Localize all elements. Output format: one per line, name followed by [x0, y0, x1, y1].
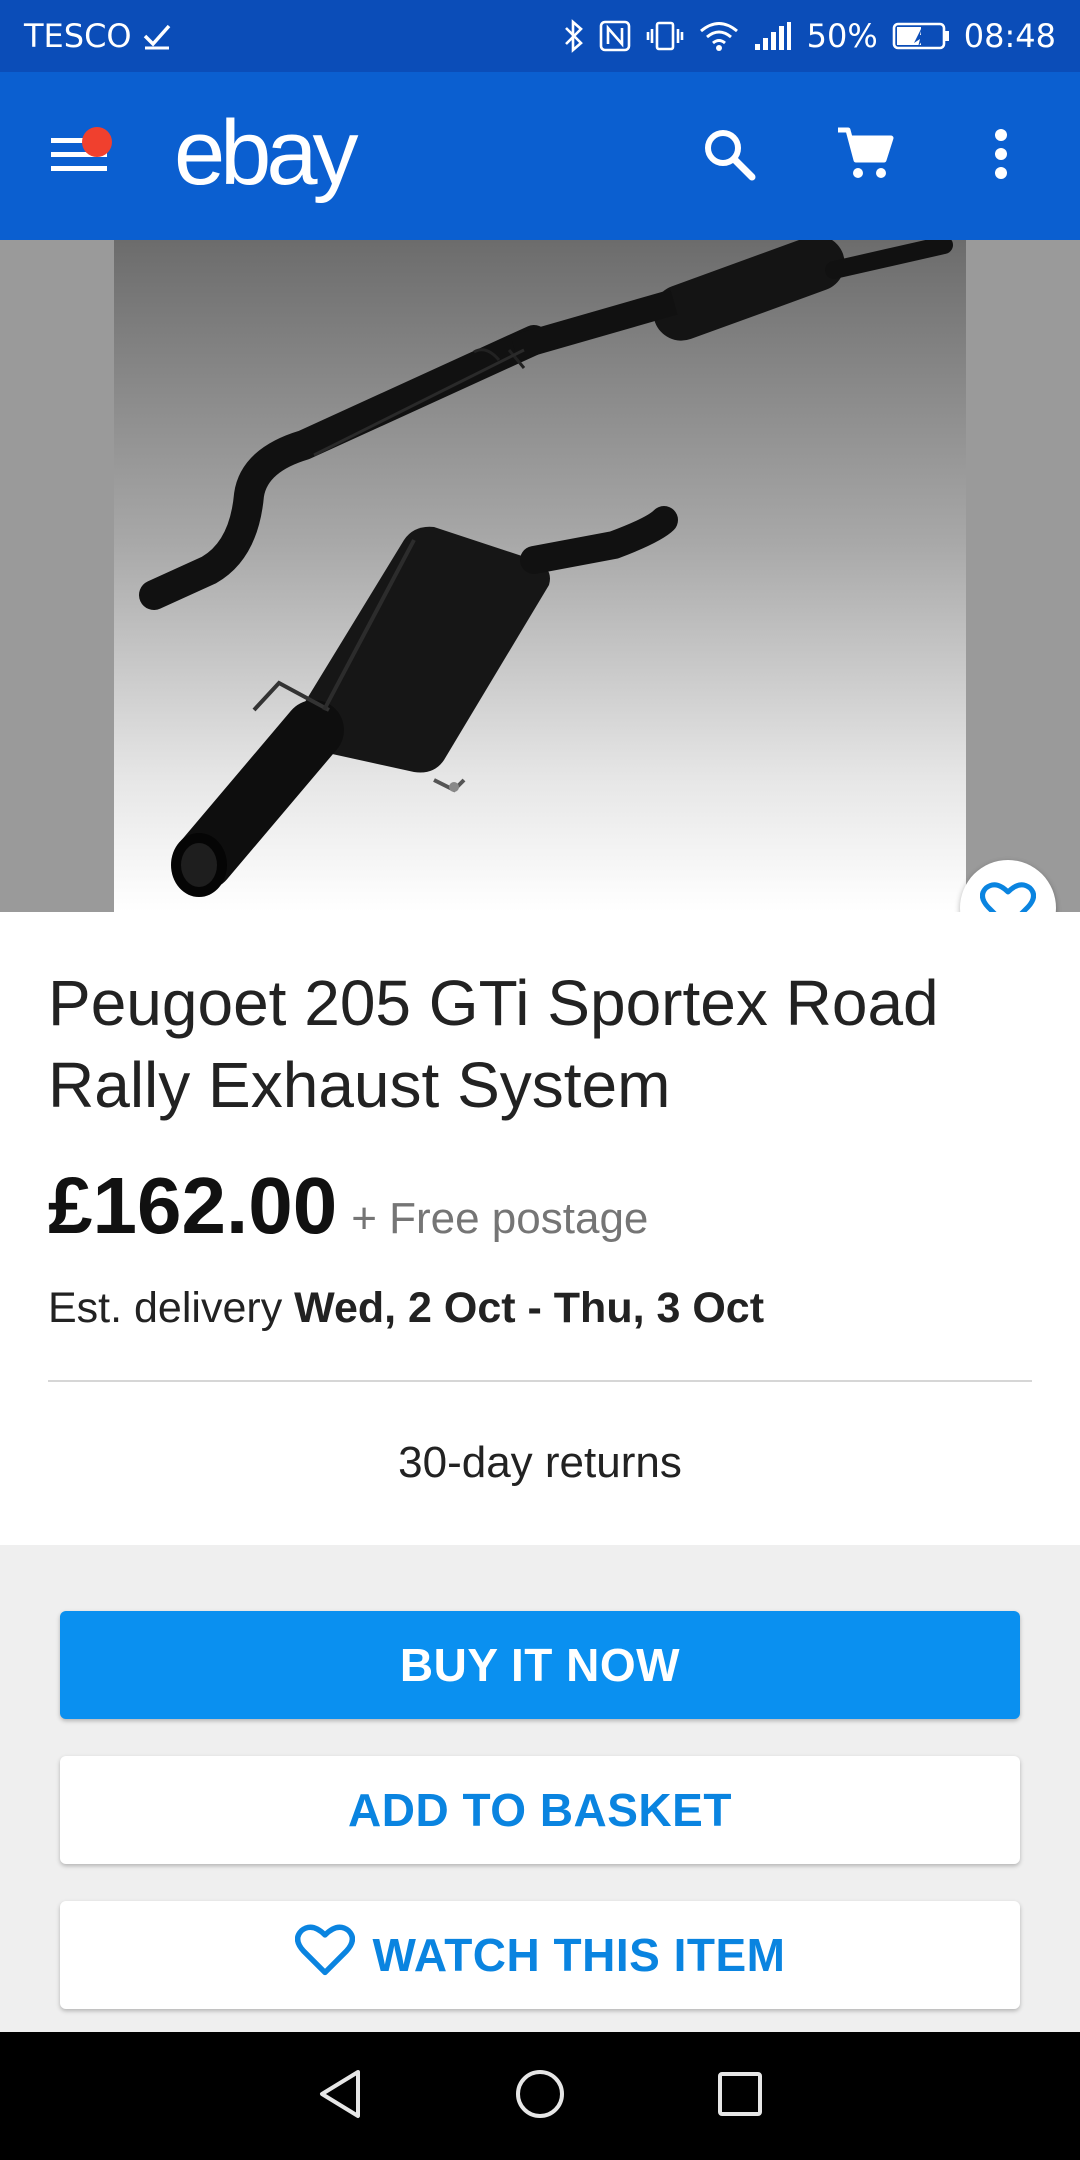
product-info-panel: Peugoet 205 GTi Sportex Road Rally Exhau… — [0, 912, 1080, 1545]
nfc-icon — [599, 20, 631, 52]
divider — [48, 1380, 1032, 1382]
cart-icon — [836, 126, 894, 187]
buy-it-now-label: BUY IT NOW — [399, 1639, 681, 1691]
product-image-gallery[interactable] — [0, 240, 1080, 912]
product-title: Peugoet 205 GTi Sportex Road Rally Exhau… — [48, 967, 939, 1121]
delivery-estimate: Est. delivery Wed, 2 Oct - Thu, 3 Oct — [48, 1284, 764, 1333]
app-actions — [694, 121, 1036, 191]
check-icon — [142, 21, 172, 51]
home-button[interactable] — [500, 2056, 580, 2136]
back-button[interactable] — [300, 2056, 380, 2136]
product-image[interactable] — [114, 240, 966, 912]
price-row: £162.00 + Free postage — [48, 1160, 648, 1252]
home-icon — [514, 2068, 566, 2125]
system-nav-bar — [0, 2032, 1080, 2160]
watch-item-button[interactable]: WATCH THIS ITEM — [60, 1901, 1020, 2009]
search-icon — [701, 126, 757, 187]
recents-button[interactable] — [700, 2056, 780, 2136]
ebay-logo[interactable]: ebay — [174, 101, 358, 206]
recents-icon — [716, 2070, 764, 2123]
buy-it-now-button[interactable]: BUY IT NOW — [60, 1611, 1020, 1719]
signal-icon — [753, 20, 793, 52]
status-left: TESCO — [24, 17, 172, 55]
status-right: 50% 08:48 — [563, 17, 1056, 55]
vibrate-icon — [645, 20, 685, 52]
cart-button[interactable] — [830, 121, 900, 191]
notification-dot — [82, 127, 112, 157]
battery-icon — [892, 21, 950, 51]
add-to-basket-label: ADD TO BASKET — [348, 1784, 732, 1836]
heart-icon — [294, 1922, 355, 1989]
status-bar: TESCO 50% 08:48 — [0, 0, 1080, 72]
menu-button[interactable] — [44, 121, 114, 191]
price: £162.00 — [48, 1161, 338, 1250]
wifi-icon — [699, 20, 739, 52]
postage-label: + Free postage — [351, 1194, 649, 1243]
back-icon — [316, 2068, 364, 2125]
more-vert-icon — [993, 128, 1009, 185]
returns-policy[interactable]: 30-day returns — [0, 1438, 1080, 1488]
carrier-label: TESCO — [24, 17, 132, 55]
app-bar: ebay — [0, 72, 1080, 240]
watch-item-label: WATCH THIS ITEM — [372, 1929, 786, 1981]
delivery-dates: Wed, 2 Oct - Thu, 3 Oct — [294, 1284, 765, 1332]
battery-percent: 50% — [806, 17, 878, 55]
bluetooth-icon — [563, 19, 585, 53]
delivery-prefix: Est. delivery — [48, 1284, 283, 1332]
more-options-button[interactable] — [966, 121, 1036, 191]
search-button[interactable] — [694, 121, 764, 191]
clock: 08:48 — [963, 17, 1056, 55]
add-to-basket-button[interactable]: ADD TO BASKET — [60, 1756, 1020, 1864]
